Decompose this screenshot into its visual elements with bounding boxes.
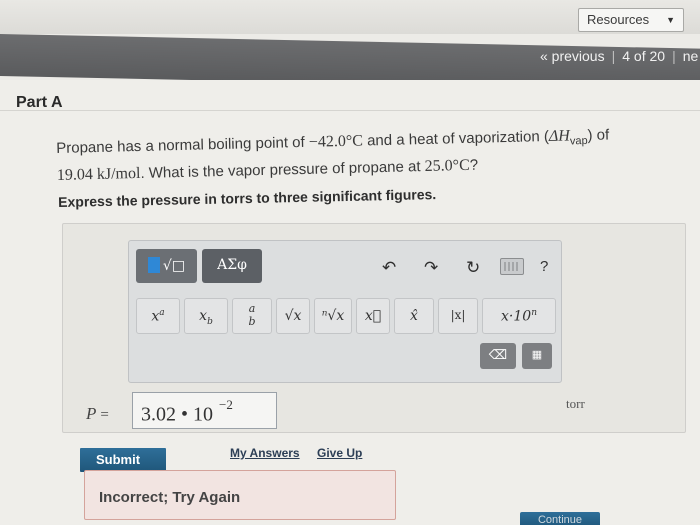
separator: | bbox=[672, 48, 676, 64]
resources-label: Resources bbox=[587, 12, 650, 27]
question-fragment: ? bbox=[469, 156, 479, 174]
separator: | bbox=[611, 48, 616, 64]
chevron-down-icon: ▼ bbox=[666, 15, 675, 25]
answer-value: 3.02 • 10 bbox=[141, 403, 214, 426]
cursor-block-icon bbox=[147, 257, 160, 273]
fraction-button[interactable]: ab bbox=[232, 298, 272, 334]
equals-sign: = bbox=[100, 407, 109, 423]
temperature: 25.0°C bbox=[424, 156, 470, 175]
keypad-icon[interactable]: ▦ bbox=[522, 343, 552, 369]
subscript-button[interactable]: xb bbox=[184, 298, 228, 334]
superscript-button[interactable]: xa bbox=[136, 298, 180, 334]
help-button[interactable]: ? bbox=[540, 258, 548, 275]
delta-h-symbol: ΔH bbox=[548, 127, 570, 145]
answer-variable: P = bbox=[86, 404, 109, 424]
answer-input[interactable]: 3.02 • 10 −2 bbox=[132, 392, 277, 429]
redo-icon[interactable]: ↷ bbox=[424, 258, 438, 278]
next-link[interactable]: ne bbox=[683, 48, 699, 64]
question-fragment: . What is the vapor pressure of propane … bbox=[140, 158, 425, 182]
question-fragment: Propane has a normal boiling point of bbox=[56, 133, 310, 157]
boiling-point: −42.0°C bbox=[308, 132, 364, 151]
give-up-link[interactable]: Give Up bbox=[317, 446, 362, 460]
sqrt-button[interactable]: √x bbox=[276, 298, 310, 334]
variable-name: P bbox=[86, 404, 97, 423]
vap-subscript: vap bbox=[569, 135, 588, 148]
scientific-notation-button[interactable]: x·10n bbox=[482, 298, 556, 334]
vector-button[interactable]: x⃗ bbox=[356, 298, 390, 334]
templates-tab-label: √□ bbox=[162, 258, 186, 274]
keyboard-icon[interactable] bbox=[500, 258, 524, 275]
absolute-value-button[interactable]: |x| bbox=[438, 298, 478, 334]
submit-button[interactable]: Submit bbox=[80, 448, 166, 472]
continue-button[interactable]: Continue bbox=[520, 512, 600, 525]
undo-icon[interactable]: ↶ bbox=[382, 258, 396, 278]
unit-label: torr bbox=[566, 396, 585, 411]
nth-root-button[interactable]: ⁿ√x bbox=[314, 298, 352, 334]
resources-dropdown[interactable]: Resources ▼ bbox=[578, 8, 684, 32]
feedback-box: Incorrect; Try Again bbox=[84, 470, 396, 520]
reset-icon[interactable]: ↻ bbox=[466, 258, 480, 278]
pagination: « previous | 4 of 20 | ne bbox=[540, 48, 698, 64]
question-fragment: ) of bbox=[587, 126, 610, 145]
symbols-tab[interactable]: ΑΣφ bbox=[202, 249, 262, 283]
question-fragment: and a heat of vaporization ( bbox=[362, 127, 550, 150]
answer-exponent: −2 bbox=[219, 397, 233, 412]
divider bbox=[0, 110, 700, 111]
templates-tab[interactable]: √□ bbox=[136, 249, 197, 283]
previous-link[interactable]: « previous bbox=[540, 48, 605, 64]
heat-value: 19.04 kJ/mol bbox=[56, 164, 141, 184]
backspace-button[interactable]: ⌫ bbox=[480, 343, 516, 369]
page-position: 4 of 20 bbox=[622, 48, 666, 64]
my-answers-link[interactable]: My Answers bbox=[230, 446, 300, 460]
unit-vector-button[interactable]: x̂ bbox=[394, 298, 434, 334]
